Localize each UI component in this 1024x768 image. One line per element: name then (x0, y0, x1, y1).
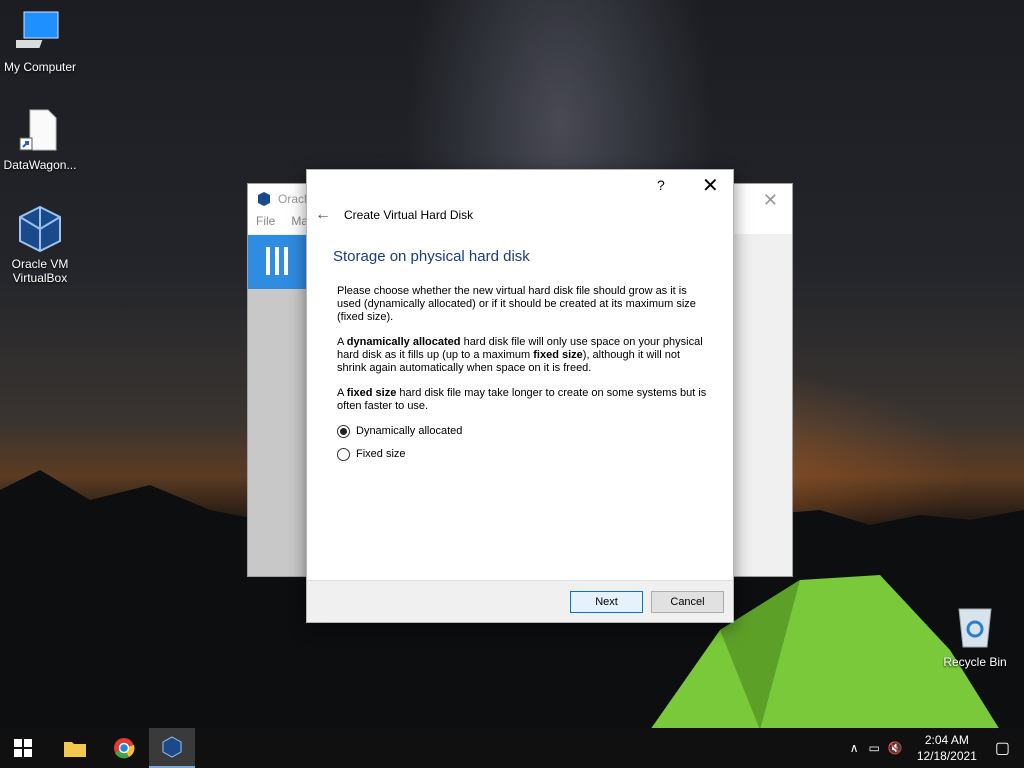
vm-list-panel (248, 289, 308, 576)
dialog-title: Create Virtual Hard Disk (344, 208, 474, 222)
file-shortcut-icon (19, 109, 57, 151)
cancel-button[interactable]: Cancel (651, 591, 724, 613)
folder-icon (64, 742, 86, 757)
windows-icon (14, 739, 32, 757)
volume-muted-icon[interactable]: 🔇 (888, 741, 903, 755)
dialog-footer: Next Cancel (307, 580, 733, 622)
network-icon[interactable]: ▭ (869, 741, 880, 755)
menu-item-file[interactable]: File (256, 214, 275, 234)
close-icon[interactable]: ✕ (763, 190, 778, 211)
computer-icon (16, 11, 59, 48)
dialog-header: ← Create Virtual Hard Disk (307, 200, 733, 230)
chrome-icon (114, 738, 135, 759)
dialog-body: Please choose whether the new virtual ha… (337, 285, 707, 461)
radio-dynamically-allocated[interactable]: Dynamically allocated (337, 425, 707, 438)
desktop-icon-datawagon[interactable]: DataWagon... (0, 106, 80, 172)
radio-fixed-size[interactable]: Fixed size (337, 448, 707, 461)
desktop-icon-virtualbox[interactable]: Oracle VM VirtualBox (0, 205, 80, 285)
help-icon[interactable]: ? (657, 177, 665, 193)
fixed-description-paragraph: A fixed size hard disk file may take lon… (337, 387, 707, 412)
tools-button[interactable] (248, 235, 308, 289)
page-heading: Storage on physical hard disk (333, 248, 530, 265)
desktop-icon-recycle-bin[interactable]: Recycle Bin (935, 603, 1015, 669)
taskbar: ∧ ▭ 🔇 2:04 AM 12/18/2021 ▢ (0, 728, 1024, 768)
dialog-titlebar[interactable]: ? ✕ (307, 170, 733, 200)
desktop-icon-label: DataWagon... (3, 158, 77, 172)
radio-label: Dynamically allocated (356, 425, 463, 437)
clock-time: 2:04 AM (924, 733, 969, 747)
dynamic-description-paragraph: A dynamically allocated hard disk file w… (337, 336, 703, 374)
notification-icon[interactable]: ▢ (995, 738, 1010, 758)
virtualbox-icon (258, 192, 270, 206)
next-button[interactable]: Next (570, 591, 643, 613)
radio-button[interactable] (337, 425, 350, 438)
system-tray: ∧ ▭ 🔇 2:04 AM 12/18/2021 ▢ (850, 728, 1024, 768)
clock[interactable]: 2:04 AM 12/18/2021 (917, 732, 977, 764)
desktop-icon-label: Oracle VM VirtualBox (11, 257, 69, 285)
create-virtual-hard-disk-dialog: ? ✕ ← Create Virtual Hard Disk Storage o… (306, 169, 734, 623)
desktop-icon-my-computer[interactable]: My Computer (0, 8, 80, 74)
back-arrow-icon[interactable]: ← (307, 206, 337, 224)
radio-button[interactable] (337, 448, 350, 461)
start-button[interactable] (0, 728, 46, 768)
chevron-up-icon[interactable]: ∧ (850, 741, 859, 755)
desktop-icon-label: Recycle Bin (943, 655, 1007, 669)
recycle-bin-icon (958, 608, 992, 648)
taskbar-chrome[interactable] (101, 728, 147, 768)
taskbar-file-explorer[interactable] (52, 728, 98, 768)
description-paragraph: Please choose whether the new virtual ha… (337, 285, 696, 323)
virtualbox-icon (162, 736, 182, 758)
desktop-icon-label: My Computer (3, 60, 77, 74)
radio-label: Fixed size (356, 448, 406, 460)
tools-icon (266, 247, 288, 275)
clock-date: 12/18/2021 (916, 749, 977, 763)
close-icon[interactable]: ✕ (702, 173, 719, 198)
virtualbox-icon (19, 205, 61, 253)
taskbar-virtualbox[interactable] (149, 728, 195, 768)
